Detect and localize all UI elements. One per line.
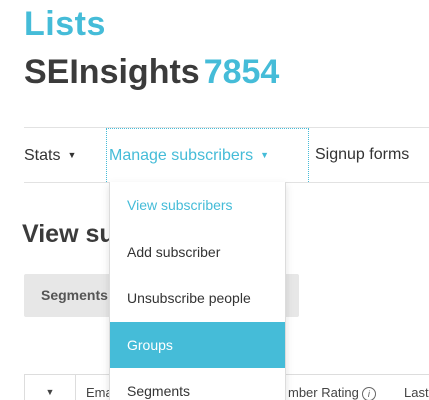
manage-subscribers-dropdown: View subscribers Add subscriber Unsubscr…	[109, 182, 286, 400]
nav-signup-forms[interactable]: Signup forms	[315, 128, 409, 182]
nav-stats[interactable]: Stats ▼	[24, 128, 76, 182]
info-icon[interactable]: i	[361, 387, 376, 400]
nav-manage-label: Manage subscribers	[109, 147, 254, 164]
list-id: 7854	[203, 53, 280, 91]
page: Lists SEInsights 7854 Stats ▼ Manage subsc…	[0, 0, 429, 400]
dropdown-item-view-subscribers[interactable]: View subscribers	[110, 182, 285, 229]
column-header-member-rating[interactable]: mber Rating i	[288, 385, 376, 400]
section-title: Lists	[24, 5, 106, 43]
page-heading: View su	[22, 220, 115, 248]
caret-down-icon: ▼	[260, 150, 269, 160]
dropdown-item-unsubscribe-people[interactable]: Unsubscribe people	[110, 275, 285, 322]
caret-down-icon: ▼	[67, 150, 77, 160]
dropdown-item-segments[interactable]: Segments	[110, 368, 285, 400]
column-header-last[interactable]: Last	[404, 385, 429, 400]
nav-manage-subscribers[interactable]: Manage subscribers ▼	[106, 128, 309, 182]
select-all-dropdown[interactable]: ▼	[25, 375, 76, 400]
dropdown-item-groups[interactable]: Groups	[110, 321, 285, 368]
nav-signup-label: Signup forms	[315, 146, 410, 163]
dropdown-item-add-subscriber[interactable]: Add subscriber	[110, 229, 285, 276]
list-name: SEInsights	[24, 53, 200, 91]
nav-stats-label: Stats	[24, 147, 61, 164]
caret-down-icon: ▼	[45, 387, 55, 397]
column-header-member-rating-label: mber Rating	[288, 385, 359, 400]
list-title: SEInsights 7854	[24, 52, 279, 92]
